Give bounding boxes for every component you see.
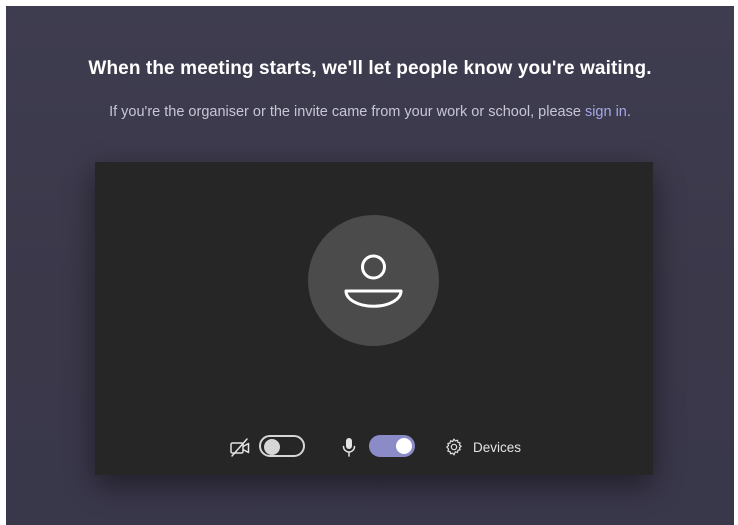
microphone-icon[interactable] xyxy=(341,436,357,458)
waiting-heading: When the meeting starts, we'll let peopl… xyxy=(88,58,652,79)
sign-in-prompt-text: If you're the organiser or the invite ca… xyxy=(109,104,581,120)
device-controls: Devices xyxy=(95,432,653,462)
devices-button[interactable]: Devices xyxy=(444,434,521,460)
gear-icon xyxy=(446,438,462,456)
camera-toggle[interactable] xyxy=(259,435,305,457)
microphone-toggle-knob xyxy=(396,438,412,454)
avatar xyxy=(308,215,439,346)
sign-in-prompt: If you're the organiser or the invite ca… xyxy=(6,104,734,120)
video-preview: Devices xyxy=(95,162,653,475)
devices-label: Devices xyxy=(473,439,522,455)
sign-in-link[interactable]: sign in xyxy=(585,104,627,120)
camera-toggle-knob xyxy=(264,439,280,455)
microphone-toggle[interactable] xyxy=(369,435,415,457)
person-icon xyxy=(344,254,403,308)
prejoin-screen: When the meeting starts, we'll let peopl… xyxy=(6,6,734,525)
sign-in-prompt-suffix: . xyxy=(626,104,631,120)
camera-off-icon[interactable] xyxy=(229,437,251,457)
